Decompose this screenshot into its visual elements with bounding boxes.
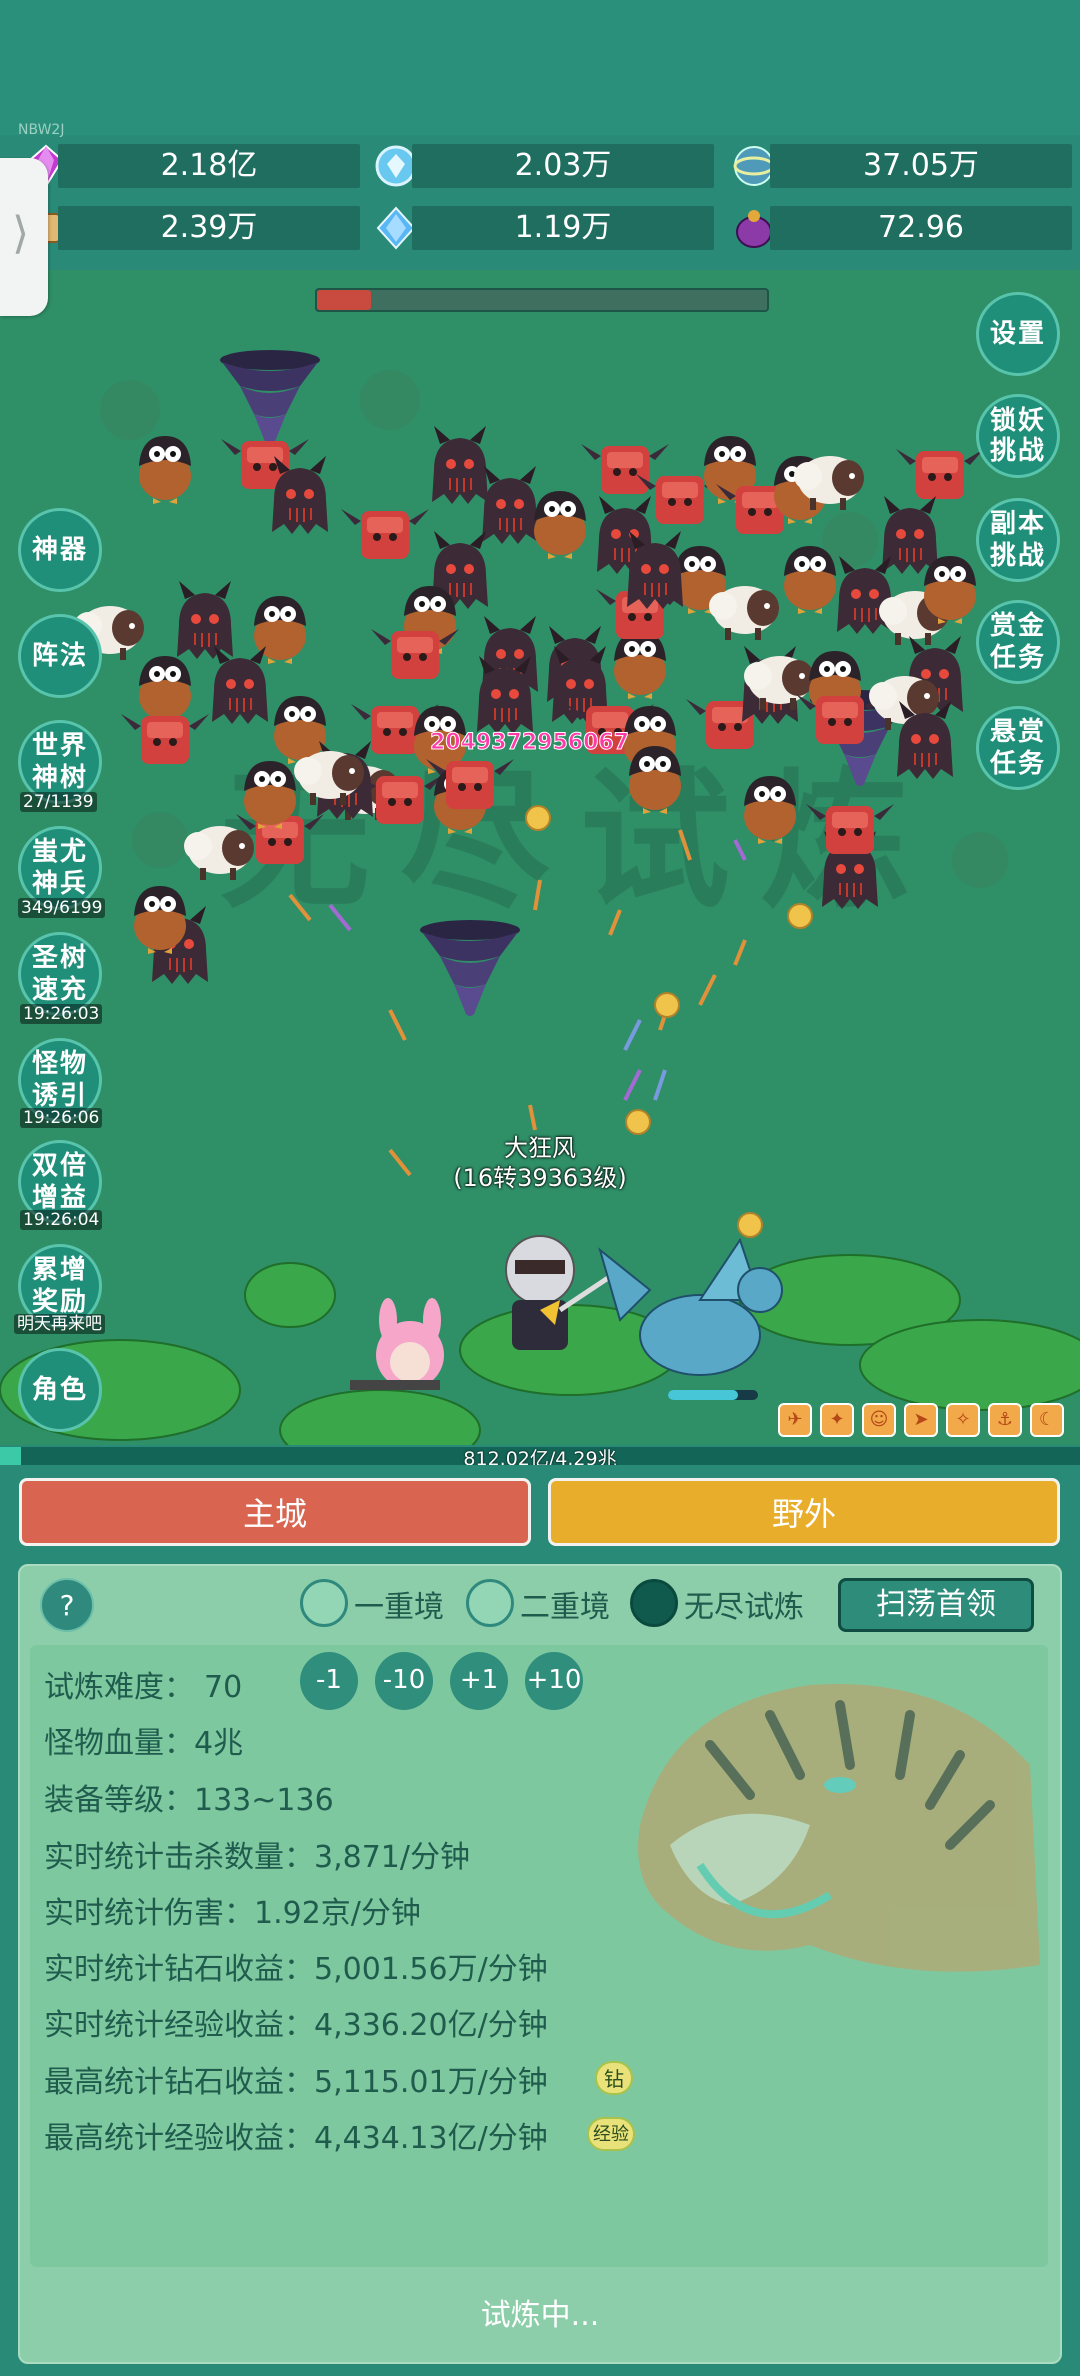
pet-companion [350, 1298, 444, 1390]
chiyou-weapon-label: 蚩尤神兵 [31, 837, 88, 899]
tree-recharge-timer: 19:26:03 [20, 1004, 103, 1024]
buff-face-icon[interactable]: ☺ [862, 1403, 896, 1437]
trial-status-text: 试炼中... [480, 2298, 600, 2333]
chiyou-weapon-progress: 349/6199 [18, 898, 106, 918]
main-city-tab[interactable]: 主城 [19, 1478, 531, 1546]
buff-anchor-icon[interactable]: ⚓ [988, 1403, 1022, 1437]
top-header [0, 0, 1080, 135]
player-level: (16转39363级) [453, 1164, 627, 1192]
pet-hp-fill [668, 1390, 738, 1400]
resource-row-1: 2.18亿 2.03万 37.05万 [0, 142, 1080, 190]
difficulty-row: 试炼难度： 70 [44, 1662, 242, 1706]
resource-value-orb: 37.05万 [770, 144, 1072, 188]
difficulty-label: 试炼难度： [44, 1670, 194, 1705]
exp-badge: 经验 [587, 2117, 635, 2151]
mode-label-1[interactable]: 一重境 [354, 1582, 444, 1626]
resource-value-scroll: 2.39万 [58, 206, 360, 250]
resource-value-pouch: 72.96 [770, 206, 1072, 250]
damage-rate-stat: 实时统计伤害：1.92京/分钟 [44, 1896, 421, 1931]
resource-value-gem: 2.18亿 [58, 144, 360, 188]
diamond-badge: 钻 [595, 2061, 633, 2095]
double-gain-label: 双倍增益 [31, 1151, 88, 1213]
dungeon-challenge-label: 副本挑战 [989, 509, 1046, 571]
resource-value-diamond: 2.03万 [412, 144, 714, 188]
lock-demon-label: 锁妖挑战 [989, 406, 1046, 466]
bounty-task-button[interactable]: 赏金任务 [976, 600, 1060, 684]
monster-lure-timer: 19:26:06 [20, 1108, 103, 1128]
lock-demon-challenge-button[interactable]: 锁妖挑战 [976, 394, 1060, 478]
tornado-effect [220, 350, 320, 446]
resource-row-2: 2.39万 1.19万 72.96 [0, 204, 1080, 252]
user-tag: NBW2J [18, 122, 65, 138]
world-tree-label: 世界神树 [31, 731, 88, 793]
equipment-level-stat: 装备等级：133~136 [44, 1783, 334, 1818]
monster-layer [0, 350, 1080, 1445]
reward-task-button[interactable]: 悬赏任务 [976, 706, 1060, 790]
sweep-boss-button[interactable]: 扫荡首领 [838, 1578, 1034, 1632]
dungeon-challenge-button[interactable]: 副本挑战 [976, 498, 1060, 582]
tiger-artwork [638, 1684, 1040, 1972]
buff-sword-icon[interactable]: ✧ [946, 1403, 980, 1437]
difficulty-value: 70 [204, 1670, 243, 1705]
monster-lure-label: 怪物诱引 [31, 1049, 88, 1111]
difficulty-plus-1-button[interactable]: +1 [450, 1652, 508, 1710]
settings-button[interactable]: 设置 [976, 292, 1060, 376]
tornado-effect [420, 920, 520, 1016]
cumulative-reward-label: 累增奖励 [31, 1255, 88, 1317]
cumulative-reward-status: 明天再来吧 [14, 1314, 105, 1334]
damage-number: 2049372956067 [430, 730, 630, 756]
tree-recharge-label: 圣树速充 [31, 943, 88, 1005]
diamond-rate-stat: 实时统计钻石收益：5,001.56万/分钟 [44, 1952, 548, 1987]
difficulty-minus-1-button[interactable]: -1 [300, 1652, 358, 1710]
buff-power-icon[interactable]: ✦ [820, 1403, 854, 1437]
wilderness-tab[interactable]: 野外 [548, 1478, 1060, 1546]
kill-rate-stat: 实时统计击杀数量：3,871/分钟 [44, 1840, 470, 1875]
monster-group [74, 425, 984, 985]
bounty-task-label: 赏金任务 [989, 611, 1046, 673]
wave-progress-bar [315, 288, 769, 312]
world-tree-progress: 27/1139 [20, 792, 97, 812]
mode-radio-1[interactable] [300, 1579, 348, 1627]
help-button[interactable]: ? [40, 1578, 94, 1632]
character-button[interactable]: 角色 [18, 1348, 102, 1432]
buff-shoe-icon[interactable]: ➤ [904, 1403, 938, 1437]
mode-label-2[interactable]: 二重境 [520, 1582, 610, 1626]
difficulty-plus-10-button[interactable]: +10 [525, 1652, 583, 1710]
formation-button[interactable]: 阵法 [18, 614, 102, 698]
exp-rate-stat: 实时统计经验收益：4,336.20亿/分钟 [44, 2008, 548, 2043]
player-name-label: 大狂风 (16转39363级) [420, 1133, 660, 1193]
chevron-right-icon: ⟩ [12, 208, 30, 259]
monster-hp-stat: 怪物血量：4兆 [44, 1726, 244, 1761]
mode-radio-2[interactable] [466, 1579, 514, 1627]
side-drawer-tab[interactable]: ⟩ [0, 158, 48, 316]
mode-radio-3[interactable] [630, 1579, 678, 1627]
max-exp-rate-stat: 最高统计经验收益：4,434.13亿/分钟 [44, 2121, 548, 2156]
difficulty-minus-10-button[interactable]: -10 [375, 1652, 433, 1710]
mode-label-3[interactable]: 无尽试炼 [684, 1582, 804, 1626]
resource-value-crystal: 1.19万 [412, 206, 714, 250]
max-diamond-rate-stat: 最高统计钻石收益：5,115.01万/分钟 [44, 2065, 548, 2100]
reward-task-label: 悬赏任务 [989, 717, 1046, 779]
buff-wing-icon[interactable]: ✈ [778, 1403, 812, 1437]
player-name: 大狂风 [504, 1134, 576, 1162]
buff-moon-icon[interactable]: ☾ [1030, 1403, 1064, 1437]
wave-progress-fill [317, 290, 371, 310]
artifact-button[interactable]: 神器 [18, 508, 102, 592]
double-gain-timer: 19:26:04 [20, 1210, 103, 1230]
